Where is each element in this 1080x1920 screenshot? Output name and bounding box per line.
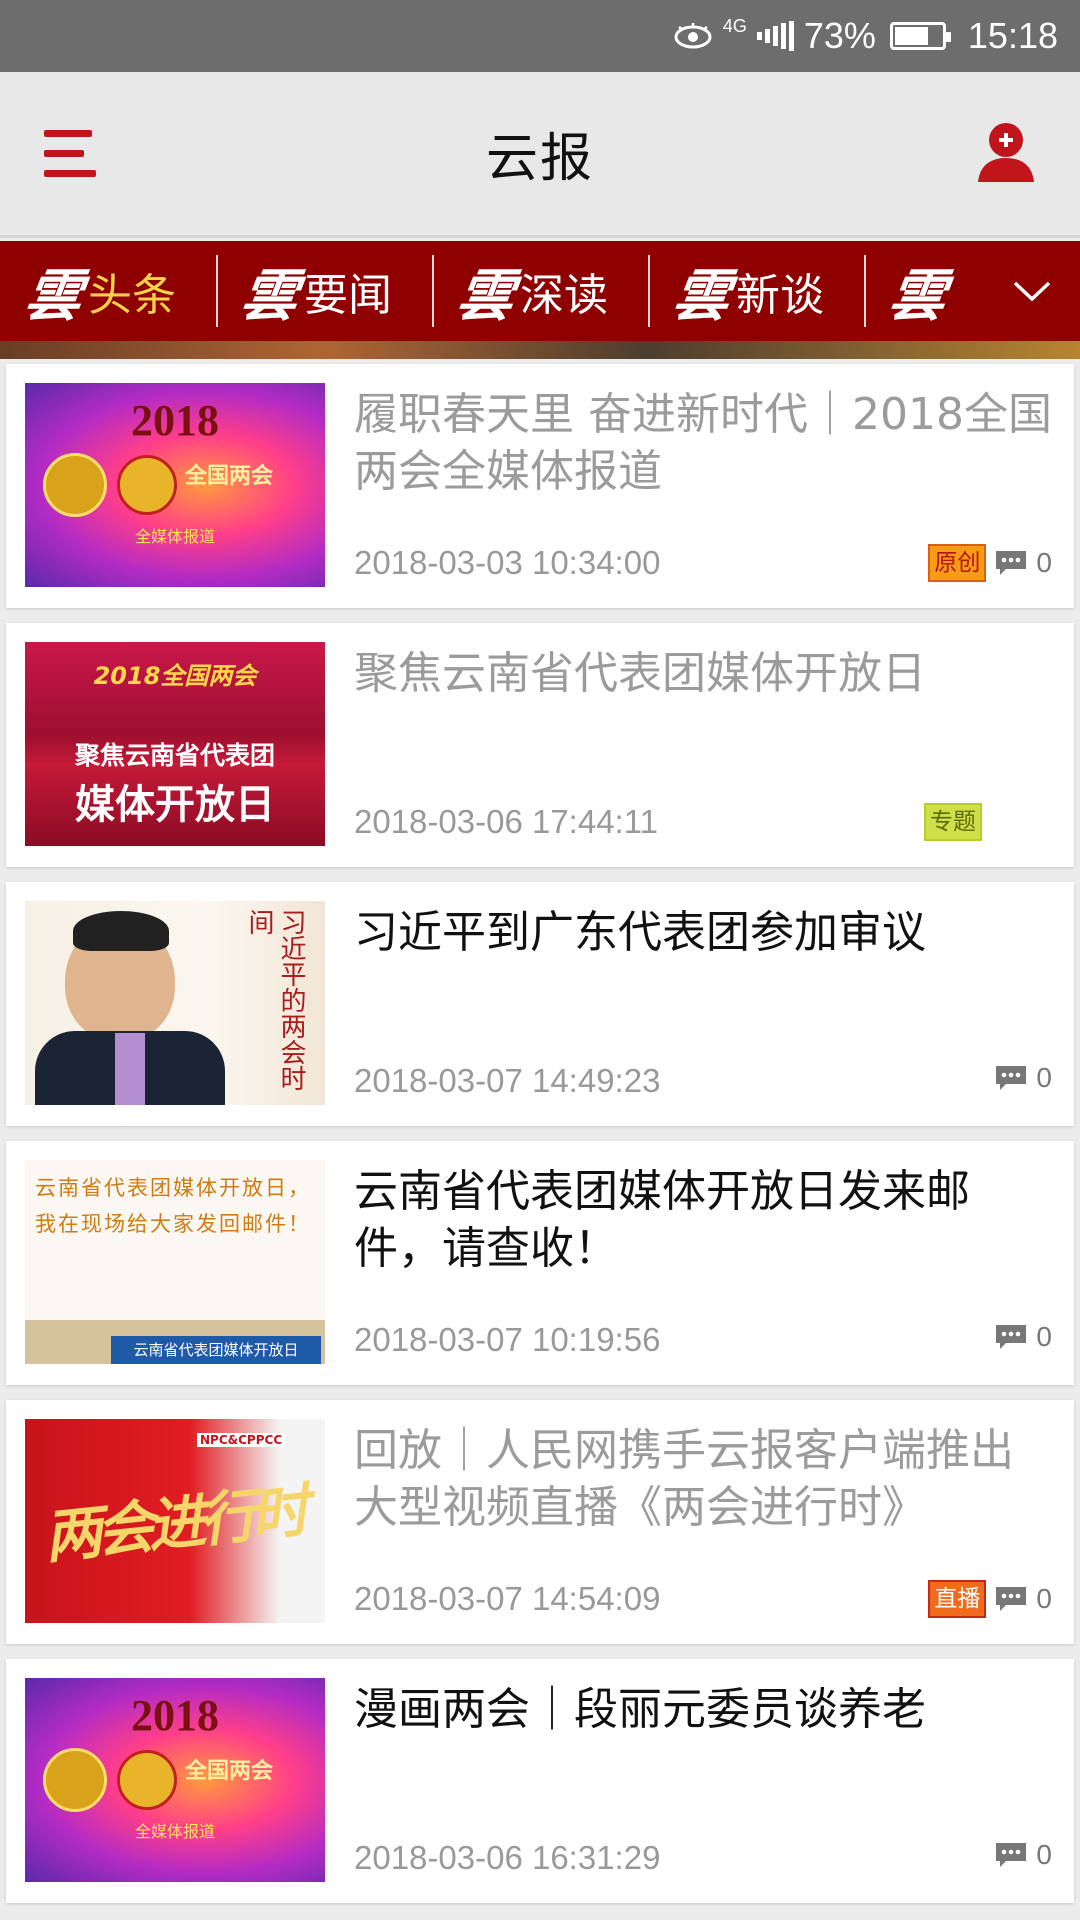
thumb-caption: 习近平的两会时间	[244, 909, 306, 1091]
thumb-caption: 全媒体报道	[134, 527, 215, 546]
thumb-caption: 聚焦云南省代表团	[74, 741, 275, 770]
article-thumbnail: 2018 全国两会 全媒体报道	[25, 1678, 325, 1882]
article-date: 2018-03-07 10:19:56	[354, 1321, 661, 1358]
tab-channel[interactable]: 雲要闻	[216, 241, 432, 341]
article-date: 2018-03-07 14:54:09	[354, 1580, 661, 1617]
thumb-caption: 2018全国两会	[93, 662, 257, 690]
signal-icon	[756, 21, 794, 51]
emblem-icon	[117, 1750, 177, 1810]
comment-count[interactable]: 0	[994, 1321, 1052, 1353]
article-tag-badge: 原创	[928, 544, 987, 582]
tab-label: 要闻	[304, 270, 392, 321]
channel-logo-mark: 雲	[20, 262, 87, 329]
article-date: 2018-03-03 10:34:00	[354, 544, 661, 581]
channel-logo-mark: 雲	[668, 262, 735, 329]
article-card[interactable]: 2018全国两会 聚焦云南省代表团 媒体开放日 聚焦云南省代表团媒体开放日 2018…	[6, 623, 1074, 867]
channel-tabs: 雲头条雲要闻雲深读雲新谈雲	[0, 241, 1080, 341]
comment-count[interactable]: 0	[994, 1583, 1052, 1615]
article-title[interactable]: 履职春天里 奋进新时代｜2018全国两会全媒体报道	[354, 386, 1054, 500]
portrait-tie	[115, 1033, 145, 1105]
tab-label: 新谈	[736, 270, 824, 321]
article-card[interactable]: NPC&CPPCC 两会进行时 回放｜人民网携手云报客户端推出大型视频直播《两会进…	[6, 1400, 1074, 1644]
channel-logo-mark: 雲	[884, 262, 951, 329]
eye-icon	[674, 23, 712, 49]
tab-channel[interactable]: 雲深读	[432, 241, 648, 341]
banner-strip	[0, 341, 1080, 359]
comment-icon	[996, 551, 1027, 575]
thumb-year: 2018	[131, 396, 219, 445]
thumb-caption: 全国两会	[185, 464, 274, 489]
comment-number: 0	[1036, 1321, 1052, 1352]
article-title[interactable]: 云南省代表团媒体开放日发来邮件，请查收！	[354, 1163, 1054, 1277]
article-date: 2018-03-07 14:49:23	[354, 1062, 661, 1099]
thumb-caption: 媒体开放日	[75, 782, 275, 828]
comment-icon	[996, 1843, 1027, 1867]
article-thumbnail: 2018 全国两会 全媒体报道	[25, 383, 325, 587]
article-meta: 专题	[924, 803, 1052, 841]
article-meta: 原创 0	[928, 544, 1052, 582]
thumb-caption: 云南省代表团媒体开放日	[111, 1336, 321, 1364]
tab-label: 深读	[520, 270, 608, 321]
article-thumbnail: 习近平的两会时间	[25, 901, 325, 1105]
article-meta: 直播 0	[928, 1580, 1052, 1618]
article-date: 2018-03-06 17:44:11	[354, 803, 658, 840]
menu-icon[interactable]	[44, 124, 100, 184]
article-meta: 0	[994, 1321, 1052, 1353]
comment-number: 0	[1036, 1583, 1052, 1614]
article-thumbnail: NPC&CPPCC 两会进行时	[25, 1419, 325, 1623]
article-thumbnail: 云南省代表团媒体开放日，我在现场给大家发回邮件！ 云南省代表团媒体开放日	[25, 1160, 325, 1364]
tab-channel[interactable]: 雲新谈	[648, 241, 864, 341]
article-meta: 0	[994, 1062, 1052, 1094]
comment-icon	[996, 1325, 1027, 1349]
article-tag-badge: 直播	[928, 1580, 987, 1618]
article-card[interactable]: 2018 全国两会 全媒体报道 漫画两会｜段丽元委员谈养老 2018-03-06 1…	[6, 1659, 1074, 1903]
comment-icon	[996, 1066, 1027, 1090]
thumb-caption: 全媒体报道	[134, 1822, 215, 1841]
user-profile-icon[interactable]	[976, 120, 1036, 184]
comment-count[interactable]: 0	[994, 1062, 1052, 1094]
article-title[interactable]: 回放｜人民网携手云报客户端推出大型视频直播《两会进行时》	[354, 1422, 1054, 1536]
emblem-icon	[43, 1748, 107, 1812]
tab-channel[interactable]: 雲头条	[0, 241, 216, 341]
channel-logo-mark: 雲	[236, 262, 303, 329]
thumb-caption: 全国两会	[185, 1759, 274, 1784]
thumb-caption: NPC&CPPCC	[197, 1433, 286, 1447]
comment-number: 0	[1036, 1839, 1052, 1870]
article-card[interactable]: 云南省代表团媒体开放日，我在现场给大家发回邮件！ 云南省代表团媒体开放日 云南省代…	[6, 1141, 1074, 1385]
portrait-hair	[73, 911, 169, 951]
emblem-icon	[117, 455, 177, 515]
battery-icon	[889, 22, 951, 50]
tab-label: 头条	[88, 270, 176, 321]
network-type: 4G	[722, 16, 747, 36]
comment-count[interactable]: 0	[994, 547, 1052, 579]
battery-percent: 73%	[803, 15, 876, 56]
page-title: 云报	[485, 129, 594, 189]
comment-icon	[996, 1587, 1027, 1611]
status-bar: 4G 73% 15:18	[0, 0, 1080, 72]
article-title[interactable]: 习近平到广东代表团参加审议	[354, 904, 1054, 961]
article-card[interactable]: 习近平的两会时间 习近平到广东代表团参加审议 2018-03-07 14:49:23…	[6, 882, 1074, 1126]
chevron-down-icon[interactable]	[984, 241, 1080, 341]
article-tag-badge: 专题	[924, 803, 982, 841]
article-date: 2018-03-06 16:31:29	[354, 1839, 661, 1876]
article-meta: 0	[994, 1839, 1052, 1871]
thumb-caption: 云南省代表团媒体开放日，我在现场给大家发回邮件！	[35, 1176, 311, 1236]
app-header: 云报	[0, 72, 1080, 238]
channel-logo-mark: 雲	[452, 262, 519, 329]
article-card[interactable]: 2018 全国两会 全媒体报道 履职春天里 奋进新时代｜2018全国两会全媒体报道…	[6, 364, 1074, 608]
emblem-icon	[43, 453, 107, 517]
comment-number: 0	[1036, 1062, 1052, 1093]
article-title[interactable]: 漫画两会｜段丽元委员谈养老	[354, 1681, 1054, 1738]
thumb-caption: 两会进行时	[40, 1476, 307, 1572]
article-thumbnail: 2018全国两会 聚焦云南省代表团 媒体开放日	[25, 642, 325, 846]
article-title[interactable]: 聚焦云南省代表团媒体开放日	[354, 645, 1054, 702]
thumb-year: 2018	[131, 1691, 219, 1740]
comment-count[interactable]: 0	[994, 1839, 1052, 1871]
article-list: 2018 全国两会 全媒体报道 履职春天里 奋进新时代｜2018全国两会全媒体报道…	[6, 364, 1074, 1918]
clock: 15:18	[967, 15, 1058, 56]
comment-number: 0	[1036, 547, 1052, 578]
